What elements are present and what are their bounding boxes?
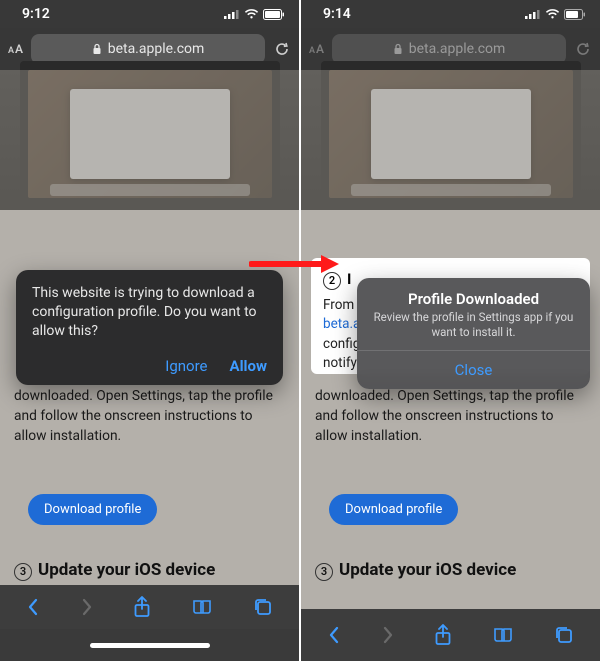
allow-button[interactable]: Allow [230, 357, 268, 375]
phone-right: 9:14 AA beta.apple.com 2I [301, 0, 600, 661]
step2-body-text: downloaded. Open Settings, tap the profi… [14, 386, 285, 446]
status-bar: 9:14 [301, 0, 600, 28]
wifi-icon [545, 9, 560, 20]
address-bar[interactable]: beta.apple.com [31, 34, 265, 64]
close-button[interactable]: Close [357, 350, 590, 389]
bookmarks-button[interactable] [492, 626, 514, 644]
dialog-subtitle: Review the profile in Settings app if yo… [371, 310, 576, 340]
lock-icon [393, 43, 403, 55]
cellular-icon [525, 9, 541, 20]
home-indicator-area [0, 629, 299, 661]
bookmarks-button[interactable] [191, 598, 213, 616]
share-button[interactable] [434, 624, 452, 646]
profile-downloaded-dialog: Profile Downloaded Review the profile in… [357, 278, 590, 389]
reload-button[interactable] [574, 40, 592, 58]
download-profile-button[interactable]: Download profile [329, 494, 458, 525]
dialog-message: This website is trying to download a con… [32, 284, 267, 341]
safari-toolbar [0, 585, 299, 629]
tabs-button[interactable] [554, 625, 574, 645]
step2-body-text: downloaded. Open Settings, tap the profi… [315, 386, 586, 446]
clock: 9:12 [22, 6, 50, 22]
text-size-button[interactable]: AA [309, 42, 324, 56]
dialog-title: Profile Downloaded [371, 290, 576, 308]
wifi-icon [244, 9, 259, 20]
status-icons [224, 9, 285, 20]
safari-toolbar [301, 609, 600, 661]
step3-heading: 3Update your iOS device [315, 560, 516, 581]
battery-icon [564, 9, 586, 20]
forward-button[interactable] [381, 625, 395, 645]
step3-heading: 3Update your iOS device [14, 560, 215, 581]
home-indicator[interactable] [90, 643, 210, 648]
download-profile-button[interactable]: Download profile [28, 494, 157, 525]
status-bar: 9:12 [0, 0, 299, 28]
ignore-button[interactable]: Ignore [165, 357, 207, 375]
download-prompt-dialog: This website is trying to download a con… [16, 270, 283, 385]
reload-button[interactable] [273, 40, 291, 58]
url-text: beta.apple.com [409, 41, 506, 57]
clock: 9:14 [323, 6, 351, 22]
tabs-button[interactable] [253, 597, 273, 617]
address-bar[interactable]: beta.apple.com [332, 34, 566, 64]
beta-link[interactable]: beta.a [323, 316, 360, 332]
text-size-button[interactable]: AA [8, 42, 23, 56]
phone-left: 9:12 AA beta.apple.com downloa [0, 0, 299, 661]
step-number-3: 3 [14, 563, 32, 581]
status-icons [525, 9, 586, 20]
back-button[interactable] [327, 625, 341, 645]
transition-arrow-icon [249, 255, 339, 273]
share-button[interactable] [133, 596, 151, 618]
back-button[interactable] [26, 597, 40, 617]
url-text: beta.apple.com [108, 41, 205, 57]
battery-icon [263, 9, 285, 20]
forward-button[interactable] [80, 597, 94, 617]
step-number-3: 3 [315, 563, 333, 581]
cellular-icon [224, 9, 240, 20]
lock-icon [92, 43, 102, 55]
